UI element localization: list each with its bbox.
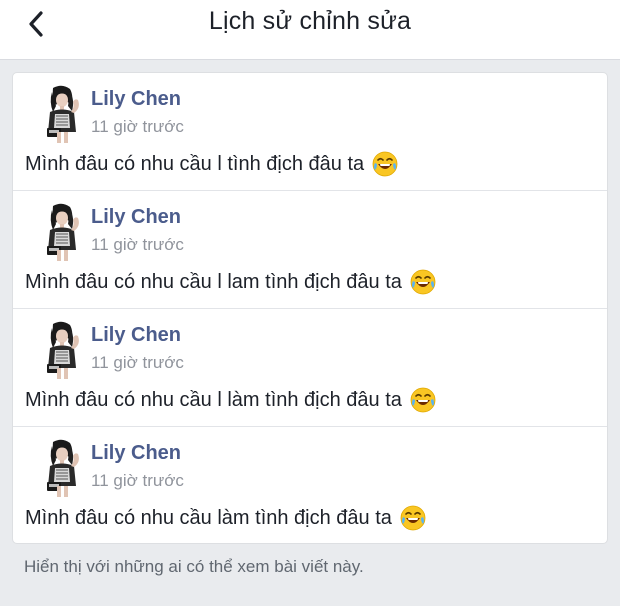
avatar[interactable] [37, 438, 87, 498]
edit-history-item: Lily Chen 11 giờ trước Mình đâu có nhu c… [13, 427, 607, 544]
author-name[interactable]: Lily Chen [91, 324, 181, 347]
laughing-tears-emoji-icon [400, 505, 426, 531]
author-name[interactable]: Lily Chen [91, 206, 181, 229]
header-bar: Lịch sử chỉnh sửa [0, 0, 620, 60]
timestamp[interactable]: 11 giờ trước [91, 353, 184, 373]
edit-text: Mình đâu có nhu cầu làm tình địch đâu ta [25, 505, 426, 531]
page-title: Lịch sử chỉnh sửa [208, 7, 412, 35]
laughing-tears-emoji-icon [410, 387, 436, 413]
timestamp[interactable]: 11 giờ trước [91, 117, 184, 137]
edit-text-content: Mình đâu có nhu cầu l làm tình địch đâu … [25, 388, 402, 411]
timestamp[interactable]: 11 giờ trước [91, 471, 184, 491]
avatar[interactable] [37, 320, 87, 380]
edit-text: Mình đâu có nhu cầu l làm tình địch đâu … [25, 387, 436, 413]
laughing-tears-emoji-icon [410, 269, 436, 295]
avatar[interactable] [37, 84, 87, 144]
edit-history-card: Lily Chen 11 giờ trước Mình đâu có nhu c… [12, 72, 608, 544]
edit-history-item: Lily Chen 11 giờ trước Mình đâu có nhu c… [13, 309, 607, 427]
laughing-tears-emoji-icon [372, 151, 398, 177]
edit-text-content: Mình đâu có nhu cầu l lam tình địch đâu … [25, 270, 402, 293]
edit-text: Mình đâu có nhu cầu l lam tình địch đâu … [25, 269, 436, 295]
avatar[interactable] [37, 202, 87, 262]
edit-text-content: Mình đâu có nhu cầu l tình địch đâu ta [25, 152, 365, 175]
edit-text-content: Mình đâu có nhu cầu làm tình địch đâu ta [25, 506, 392, 529]
edit-history-item: Lily Chen 11 giờ trước Mình đâu có nhu c… [13, 191, 607, 309]
timestamp[interactable]: 11 giờ trước [91, 235, 184, 255]
edit-text: Mình đâu có nhu cầu l tình địch đâu ta [25, 151, 398, 177]
edit-history-item: Lily Chen 11 giờ trước Mình đâu có nhu c… [13, 73, 607, 191]
visibility-note: Hiển thị với những ai có thể xem bài viế… [24, 557, 364, 576]
author-name[interactable]: Lily Chen [91, 442, 181, 465]
author-name[interactable]: Lily Chen [91, 88, 181, 111]
